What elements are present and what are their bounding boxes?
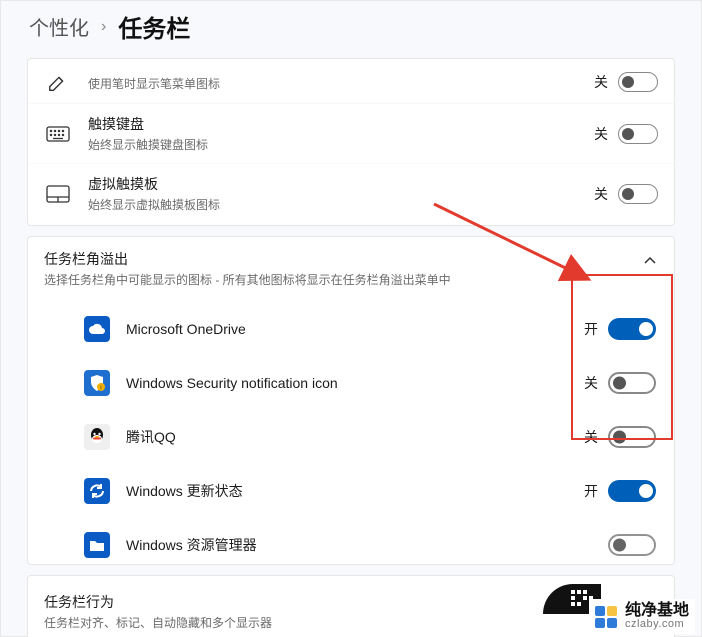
onedrive-icon [84,316,110,342]
corner-row-pen[interactable]: 使用笔时显示笔菜单图标 关 [28,61,674,103]
watermark-url: czlaby.com [625,619,689,630]
overflow-label: Microsoft OneDrive [126,321,582,337]
overflow-row-security[interactable]: ! Windows Security notification icon 关 [28,356,674,410]
toggle-state-label: 开 [582,319,598,339]
windows-update-toggle[interactable] [608,480,656,502]
overflow-label: Windows 更新状态 [126,481,582,501]
toggle-state-label: 关 [582,427,598,447]
touch-keyboard-toggle[interactable] [618,124,658,144]
overflow-row-explorer[interactable]: Windows 资源管理器 [28,518,674,564]
refresh-icon [84,478,110,504]
qq-toggle[interactable] [608,426,656,448]
overflow-row-onedrive[interactable]: Microsoft OneDrive 开 [28,302,674,356]
corner-row-sub: 使用笔时显示笔菜单图标 [88,75,592,92]
toggle-state-label: 关 [592,124,608,144]
corner-row-sub: 始终显示触摸键盘图标 [88,136,592,153]
toggle-state-label: 开 [582,481,598,501]
corner-row-touch-keyboard[interactable]: 触摸键盘 始终显示触摸键盘图标 关 [28,103,674,163]
shield-icon: ! [84,370,110,396]
explorer-toggle[interactable] [608,534,656,556]
toggle-state-label: 关 [592,184,608,204]
corner-row-sub: 始终显示虚拟触摸板图标 [88,196,592,213]
breadcrumb-sep-icon: › [101,18,106,36]
corner-row-text: 使用笔时显示笔菜单图标 [88,73,592,92]
overflow-section-sub: 选择任务栏角中可能显示的图标 - 所有其他图标将显示在任务栏角溢出菜单中 [44,271,642,288]
pen-icon [44,71,72,93]
overflow-section-title: 任务栏角溢出 [44,249,642,269]
folder-icon [84,532,110,558]
watermark-logo-icon [595,606,617,628]
security-toggle[interactable] [608,372,656,394]
overflow-label: Windows Security notification icon [126,375,582,391]
toggle-state-label: 关 [582,373,598,393]
onedrive-toggle[interactable] [608,318,656,340]
overflow-label: 腾讯QQ [126,427,582,447]
virtual-touchpad-toggle[interactable] [618,184,658,204]
overflow-label: Windows 资源管理器 [126,535,582,555]
overflow-row-windows-update[interactable]: Windows 更新状态 开 [28,464,674,518]
qq-icon [84,424,110,450]
corner-row-text: 虚拟触摸板 始终显示虚拟触摸板图标 [88,174,592,213]
overflow-section-header[interactable]: 任务栏角溢出 选择任务栏角中可能显示的图标 - 所有其他图标将显示在任务栏角溢出… [28,237,674,302]
chevron-up-icon [642,253,658,269]
keyboard-icon [44,126,72,142]
taskbar-overflow-card: 任务栏角溢出 选择任务栏角中可能显示的图标 - 所有其他图标将显示在任务栏角溢出… [27,236,675,565]
overflow-row-qq[interactable]: 腾讯QQ 关 [28,410,674,464]
touchpad-icon [44,185,72,203]
behaviors-sub: 任务栏对齐、标记、自动隐藏和多个显示器 [44,614,658,631]
corner-row-title: 触摸键盘 [88,114,592,134]
settings-taskbar-page: 个性化 › 任务栏 使用笔时显示笔菜单图标 关 [0,0,702,637]
watermark-name: 纯净基地 [625,603,689,619]
breadcrumb-parent[interactable]: 个性化 [29,12,89,41]
corner-row-virtual-touchpad[interactable]: 虚拟触摸板 始终显示虚拟触摸板图标 关 [28,163,674,223]
toggle-state-label: 关 [592,72,608,92]
pen-toggle[interactable] [618,72,658,92]
page-title: 任务栏 [118,9,190,44]
breadcrumb: 个性化 › 任务栏 [1,1,701,58]
corner-row-title: 虚拟触摸板 [88,174,592,194]
corner-row-text: 触摸键盘 始终显示触摸键盘图标 [88,114,592,153]
taskbar-corner-icons-card: 使用笔时显示笔菜单图标 关 触摸键盘 始终显示触摸键盘图标 关 [27,58,675,226]
watermark-brand: 纯净基地 czlaby.com [589,599,695,634]
